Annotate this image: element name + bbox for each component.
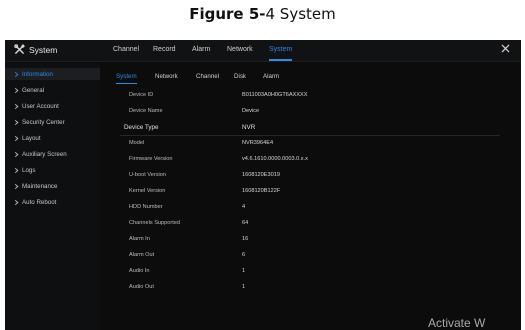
info-value-device-name: Device <box>242 108 260 114</box>
subtab-channel[interactable]: Channel <box>196 73 219 80</box>
info-value-alarm-in: 16 <box>242 236 249 242</box>
info-label-device-id: Device ID <box>129 92 154 98</box>
sidebar-item-general[interactable]: General <box>5 84 100 96</box>
chevron-right-icon <box>14 151 19 157</box>
sidebar: Information General User Account Securit… <box>5 63 100 330</box>
row-divider <box>120 135 500 136</box>
sidebar-item-security-center[interactable]: Security Center <box>5 116 100 128</box>
sidebar-item-label: Security Center <box>22 118 65 126</box>
sidebar-item-label: Maintenance <box>22 182 58 190</box>
info-value-uboot-version: 1608120E3019 <box>242 172 280 178</box>
info-value-channels-supported: 64 <box>242 220 249 226</box>
activation-watermark: Activate W <box>428 316 486 330</box>
info-label-model: Model <box>129 140 145 146</box>
sidebar-item-label: Layout <box>22 134 41 142</box>
info-value-device-type: NVR <box>242 124 256 131</box>
caption-figure-number: Figure 5- <box>189 5 266 23</box>
close-icon[interactable] <box>501 44 510 53</box>
sidebar-item-auto-reboot[interactable]: Auto Reboot <box>5 196 100 208</box>
info-label-uboot-version: U-boot Version <box>129 172 167 178</box>
sidebar-item-layout[interactable]: Layout <box>5 132 100 144</box>
info-value-device-id: B011003A0H0GT6AXXXX <box>242 92 308 98</box>
info-label-kernel-version: Kernel Version <box>129 188 166 194</box>
info-value-hdd-number: 4 <box>242 204 246 210</box>
info-value-model: NVR3964E4 <box>242 140 274 146</box>
chevron-right-icon <box>14 87 19 93</box>
info-label-alarm-in: Alarm In <box>129 236 150 242</box>
sidebar-item-label: General <box>22 86 45 94</box>
window-title-group: System <box>14 44 57 55</box>
info-label-audio-out: Audio Out <box>129 284 154 290</box>
info-label-device-name: Device Name <box>129 108 163 114</box>
chevron-right-icon <box>14 135 19 141</box>
subtab-alarm[interactable]: Alarm <box>263 73 279 80</box>
figure-caption: Figure 5-4 System <box>0 5 525 23</box>
chevron-right-icon <box>14 199 19 205</box>
subtab-disk[interactable]: Disk <box>234 73 246 80</box>
chevron-right-icon <box>14 183 19 189</box>
sidebar-item-information[interactable]: Information <box>5 68 100 80</box>
chevron-right-icon <box>14 71 19 77</box>
tab-record[interactable]: Record <box>153 46 176 53</box>
info-label-alarm-out: Alarm Out <box>129 252 155 258</box>
info-label-firmware-version: Firmware Version <box>129 156 173 162</box>
info-label-hdd-number: HDD Number <box>129 204 163 210</box>
chevron-right-icon <box>14 119 19 125</box>
window-title: System <box>29 44 58 55</box>
caption-title: 4 System <box>265 5 336 23</box>
info-label-audio-in: Audio In <box>129 268 150 274</box>
tab-system[interactable]: System <box>269 46 293 61</box>
tab-alarm[interactable]: Alarm <box>192 46 210 53</box>
top-bar: System Channel Record Alarm Network Syst… <box>5 40 521 62</box>
sidebar-item-label: Information <box>22 70 53 78</box>
tab-network[interactable]: Network <box>227 46 253 53</box>
info-value-audio-out: 1 <box>242 284 246 290</box>
sidebar-item-auxiliary-screen[interactable]: Auxiliary Screen <box>5 148 100 160</box>
tab-channel[interactable]: Channel <box>113 46 139 53</box>
sidebar-item-user-account[interactable]: User Account <box>5 100 100 112</box>
subtab-system[interactable]: System <box>116 73 137 84</box>
sidebar-item-maintenance[interactable]: Maintenance <box>5 180 100 192</box>
subtab-network[interactable]: Network <box>155 73 178 80</box>
sidebar-item-label: Auxiliary Screen <box>22 150 67 158</box>
info-value-alarm-out: 6 <box>242 252 246 258</box>
sidebar-item-label: Auto Reboot <box>22 198 57 206</box>
sidebar-item-logs[interactable]: Logs <box>5 164 100 176</box>
chevron-right-icon <box>14 103 19 109</box>
chevron-right-icon <box>14 167 19 173</box>
info-value-audio-in: 1 <box>242 268 246 274</box>
sidebar-item-label: Logs <box>22 166 36 174</box>
info-value-firmware-version: v4.6.1610.0000.0003.0.x.x <box>242 156 308 162</box>
tools-icon <box>14 44 25 54</box>
sidebar-item-label: User Account <box>22 102 59 110</box>
info-label-device-type: Device Type <box>124 124 159 131</box>
system-window: System Channel Record Alarm Network Syst… <box>5 40 521 330</box>
info-label-channels-supported: Channels Supported <box>129 220 181 226</box>
info-value-kernel-version: 1608120B122F <box>242 188 281 194</box>
